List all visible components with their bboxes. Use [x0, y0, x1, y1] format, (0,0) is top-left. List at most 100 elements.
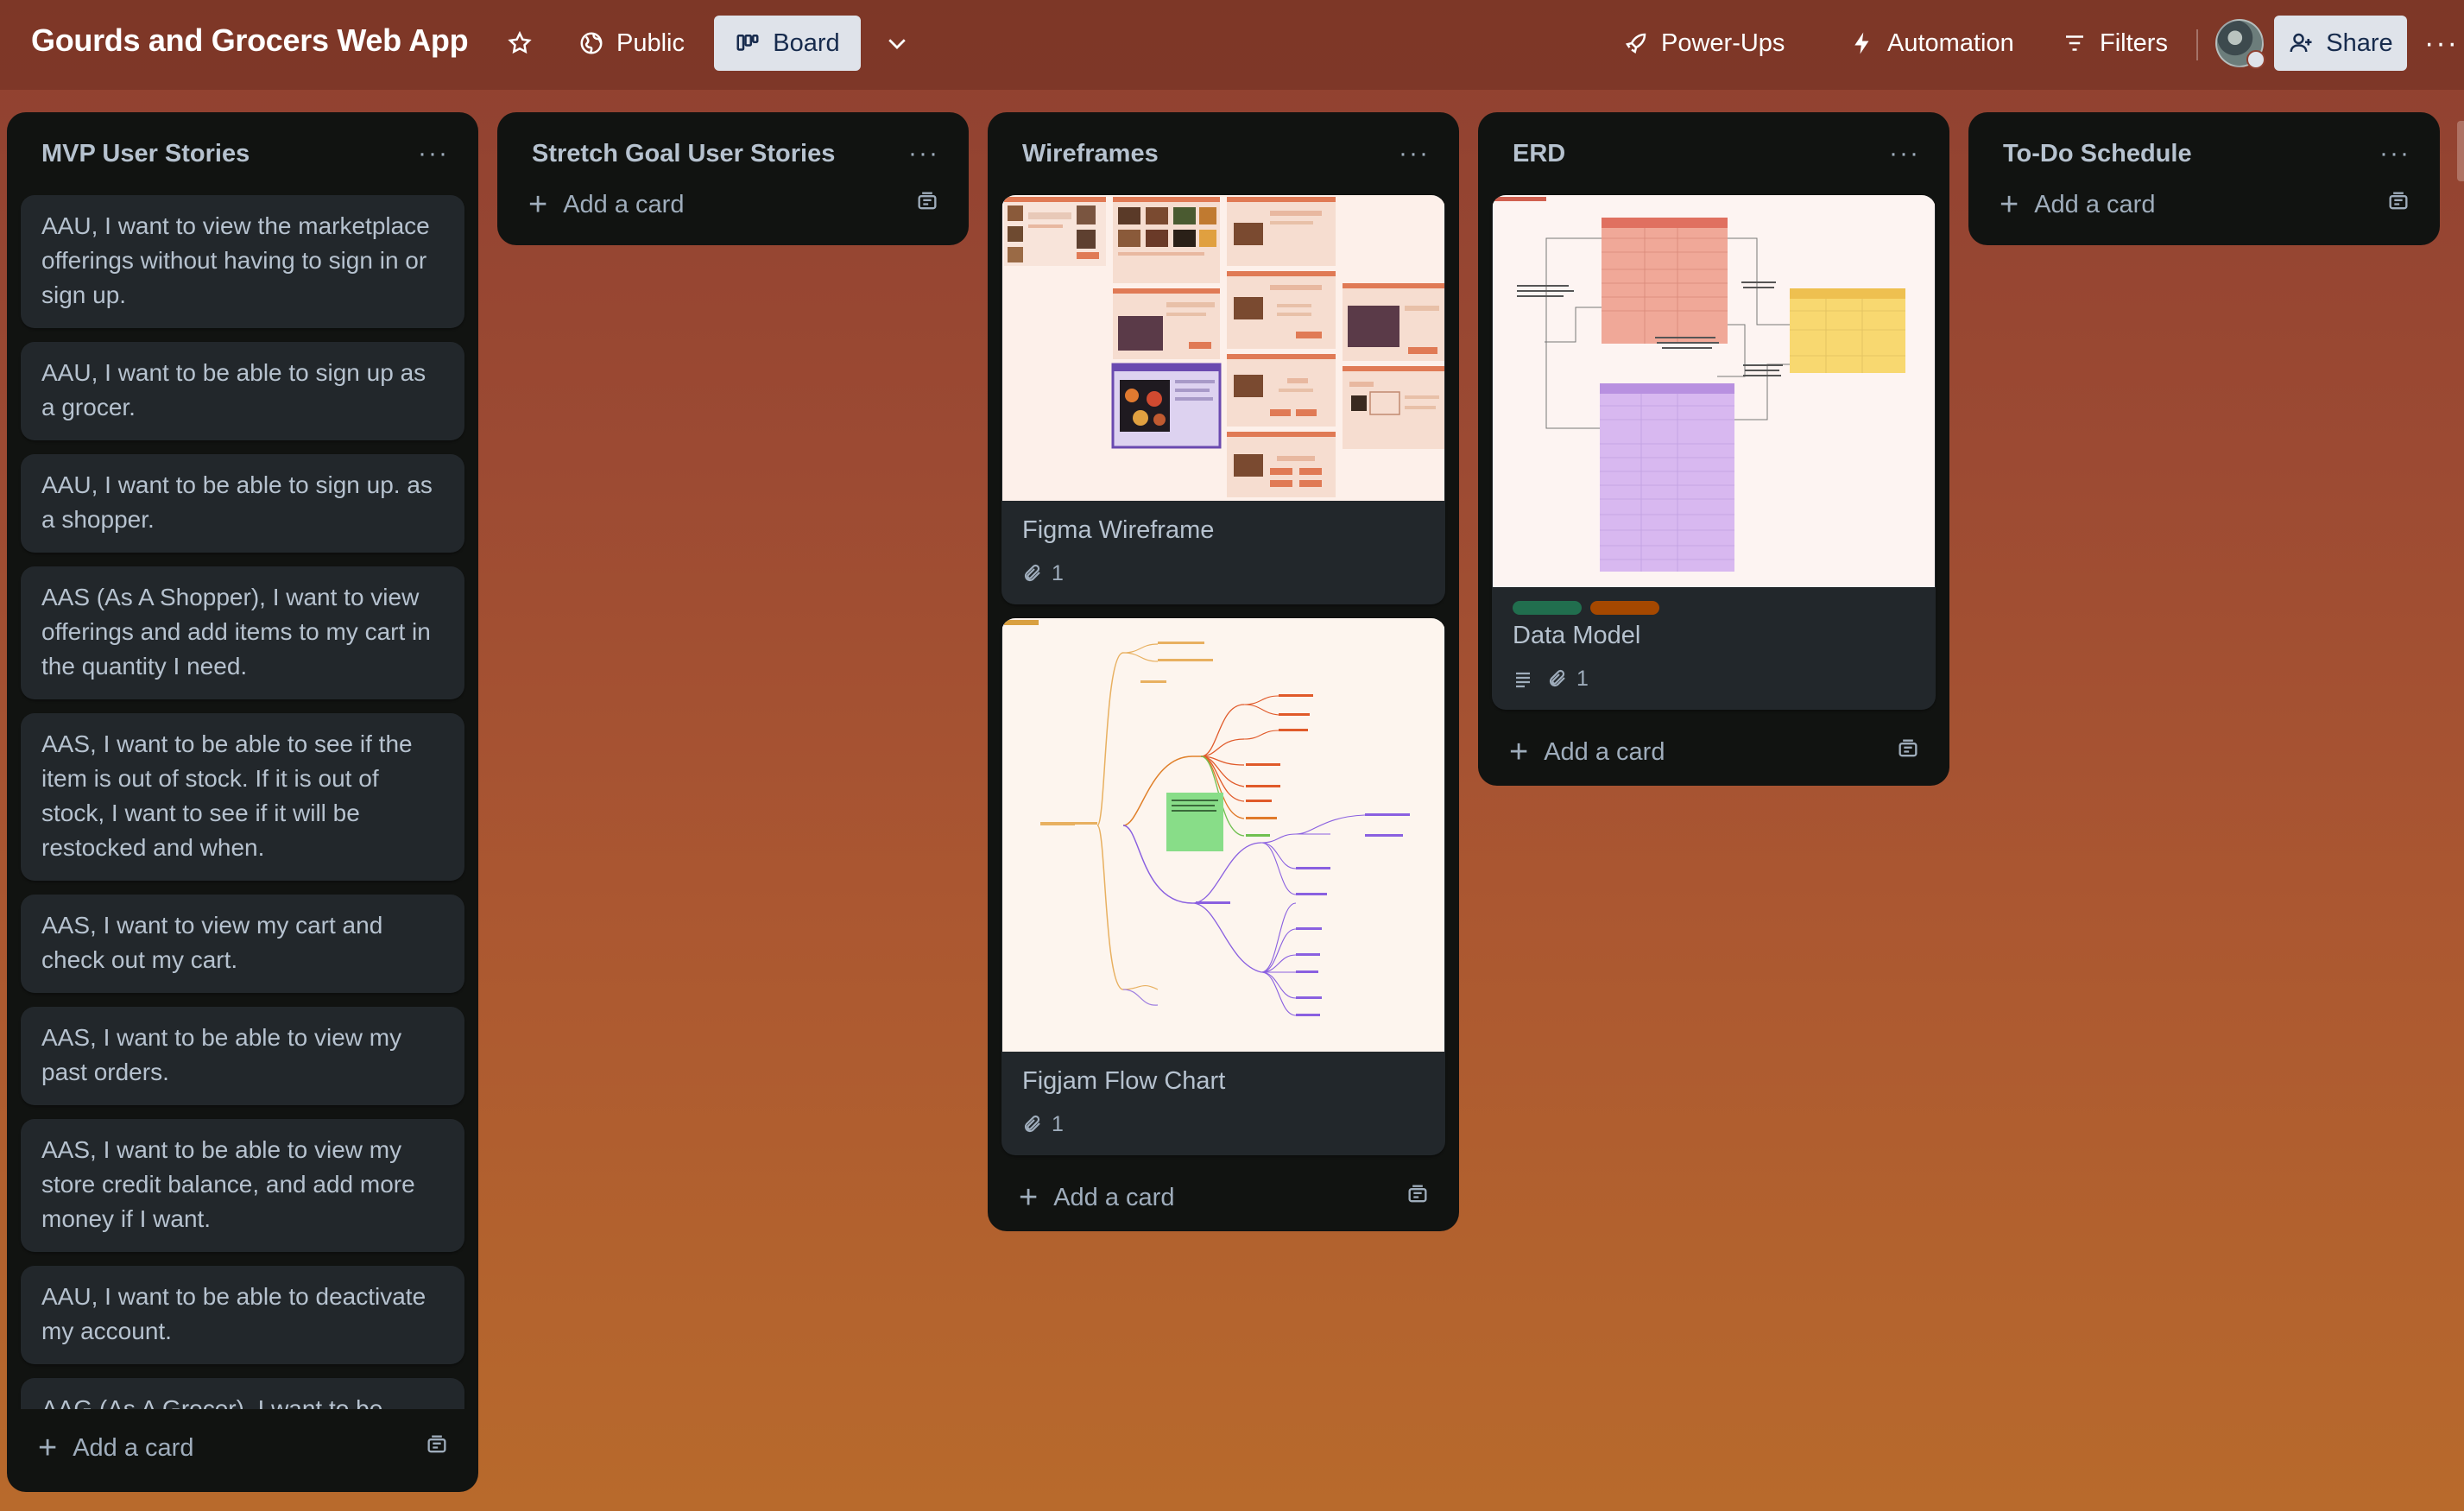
label-orange[interactable]: [1590, 601, 1659, 615]
create-from-template-button[interactable]: [1896, 737, 1920, 768]
add-card-row: + Add a card: [988, 1164, 1459, 1231]
card-figjam-flow-chart[interactable]: Figjam Flow Chart 1: [1001, 618, 1445, 1155]
add-card-row: + Add a card: [1478, 718, 1949, 786]
list-menu-button[interactable]: ···: [418, 139, 449, 168]
description-icon: [1516, 672, 1530, 688]
add-card-row: + Add a card: [1968, 174, 2440, 235]
card-data-model[interactable]: Data Model 1: [1492, 195, 1936, 710]
card-body: Figjam Flow Chart 1: [1001, 1052, 1445, 1155]
board-icon: [736, 35, 759, 51]
list-header: MVP User Stories ···: [7, 112, 478, 195]
card[interactable]: AAS, I want to view my cart and check ou…: [21, 895, 464, 993]
list-title[interactable]: Stretch Goal User Stories: [532, 140, 835, 168]
add-card-row: + Add a card: [7, 1414, 478, 1482]
filters-label: Filters: [2100, 28, 2168, 57]
add-card-button[interactable]: + Add a card: [2000, 188, 2155, 221]
plus-icon: +: [1509, 734, 1529, 770]
board-view-button[interactable]: Board: [714, 16, 861, 71]
rocket-icon: [1625, 33, 1646, 54]
card[interactable]: AAU, I want to be able to sign up. as a …: [21, 454, 464, 553]
description-badge: [1513, 668, 1533, 689]
attachment-count: 1: [1052, 561, 1064, 585]
card-labels: [1513, 601, 1915, 615]
automation-label: Automation: [1887, 28, 2014, 57]
list-wireframes: Wireframes ··· Figma Wireframe 1 Figjam …: [988, 112, 1459, 1231]
list-header: Wireframes ···: [988, 112, 1459, 195]
flowchart-cover-image: [1002, 618, 1444, 1052]
create-from-template-button[interactable]: [2386, 189, 2410, 220]
template-icon: [2389, 192, 2408, 210]
horizontal-scroll-handle[interactable]: [2457, 121, 2464, 181]
add-card-button[interactable]: + Add a card: [38, 1432, 193, 1464]
lightning-icon: [1854, 32, 1869, 54]
automation-button[interactable]: Automation: [1849, 16, 2014, 71]
attachment-count: 1: [1052, 1112, 1064, 1136]
card-list: Figma Wireframe 1 Figjam Flow Chart 1: [988, 195, 1459, 1155]
template-icon: [918, 192, 937, 210]
add-card-label: Add a card: [2034, 190, 2156, 218]
admin-badge-icon: [2246, 50, 2265, 69]
visibility-label: Public: [616, 28, 685, 57]
paperclip-icon: [1549, 669, 1565, 687]
template-icon: [1408, 1185, 1427, 1203]
card-title: Figjam Flow Chart: [1022, 1067, 1226, 1095]
list-menu-button[interactable]: ···: [1399, 139, 1430, 168]
attachment-badge: 1: [1022, 556, 1064, 591]
filter-icon: [2066, 35, 2083, 51]
card[interactable]: AAS, I want to be able to view my past o…: [21, 1007, 464, 1105]
add-card-label: Add a card: [1053, 1183, 1175, 1211]
list-to-do-schedule: To-Do Schedule ··· + Add a card: [1968, 112, 2440, 245]
globe-icon: [580, 32, 603, 54]
list-title[interactable]: To-Do Schedule: [2003, 140, 2192, 168]
plus-icon: +: [1019, 1179, 1039, 1216]
paperclip-icon: [1024, 1115, 1040, 1133]
card-body: Data Model 1: [1492, 587, 1936, 710]
add-card-label: Add a card: [563, 190, 685, 218]
card[interactable]: AAS (As A Shopper), I want to view offer…: [21, 566, 464, 699]
wireframe-cover-image: [1002, 195, 1444, 501]
add-card-label: Add a card: [1544, 737, 1665, 766]
card-list: AAU, I want to view the marketplace offe…: [7, 195, 478, 1409]
more-menu-button[interactable]: ···: [2424, 16, 2459, 71]
card-title: Data Model: [1513, 622, 1641, 649]
card[interactable]: AAS, I want to be able to view my store …: [21, 1119, 464, 1252]
add-card-button[interactable]: + Add a card: [528, 188, 684, 221]
visibility-button[interactable]: Public: [575, 16, 688, 71]
card[interactable]: AAS, I want to be able to see if the ite…: [21, 713, 464, 881]
card-title: Figma Wireframe: [1022, 516, 1215, 544]
label-green[interactable]: [1513, 601, 1582, 615]
filters-button[interactable]: Filters: [2062, 16, 2168, 71]
card[interactable]: AAG (As A Grocer), I want to be: [21, 1378, 464, 1409]
create-from-template-button[interactable]: [915, 189, 939, 220]
board-title[interactable]: Gourds and Grocers Web App: [31, 22, 469, 59]
create-from-template-button[interactable]: [1406, 1182, 1430, 1213]
card-badges: 1: [1022, 1107, 1425, 1141]
plus-icon: +: [2000, 187, 2019, 223]
attachment-badge: 1: [1547, 661, 1589, 696]
card-body: Figma Wireframe 1: [1001, 501, 1445, 604]
card[interactable]: AAU, I want to be able to deactivate my …: [21, 1266, 464, 1364]
card-figma-wireframe[interactable]: Figma Wireframe 1: [1001, 195, 1445, 604]
plus-icon: +: [528, 187, 548, 223]
card[interactable]: AAU, I want to view the marketplace offe…: [21, 195, 464, 328]
list-title[interactable]: ERD: [1513, 140, 1565, 168]
list-menu-button[interactable]: ···: [908, 139, 939, 168]
card-badges: 1: [1513, 661, 1915, 696]
power-ups-button[interactable]: Power-Ups: [1623, 16, 1785, 71]
board-view-label: Board: [773, 28, 840, 57]
power-ups-label: Power-Ups: [1661, 28, 1785, 57]
add-card-button[interactable]: + Add a card: [1509, 736, 1665, 768]
share-button[interactable]: Share: [2274, 16, 2407, 71]
list-stretch-goal-user-stories: Stretch Goal User Stories ··· + Add a ca…: [497, 112, 969, 245]
list-title[interactable]: Wireframes: [1022, 140, 1159, 168]
create-from-template-button[interactable]: [425, 1432, 449, 1464]
paperclip-icon: [1024, 564, 1040, 582]
list-menu-button[interactable]: ···: [2379, 139, 2410, 168]
list-title[interactable]: MVP User Stories: [41, 140, 250, 168]
list-menu-button[interactable]: ···: [1889, 139, 1920, 168]
card[interactable]: AAU, I want to be able to sign up as a g…: [21, 342, 464, 440]
views-dropdown-button[interactable]: [877, 16, 917, 71]
add-card-button[interactable]: + Add a card: [1019, 1181, 1174, 1214]
star-button[interactable]: [501, 16, 539, 71]
list-mvp-user-stories: MVP User Stories ··· AAU, I want to view…: [7, 112, 478, 1492]
